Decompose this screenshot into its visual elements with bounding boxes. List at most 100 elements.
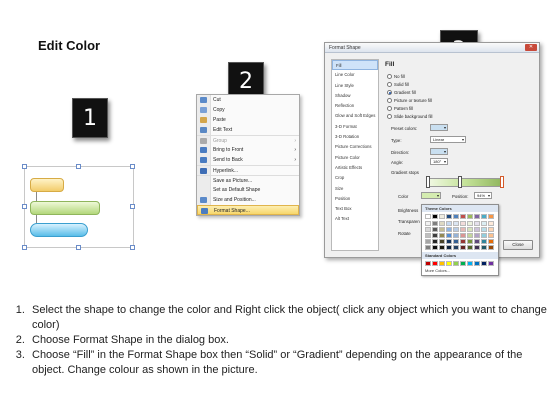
theme-shade-swatch[interactable] — [425, 227, 431, 232]
menu-item-send-to-back[interactable]: Send to Back › — [197, 155, 299, 165]
menu-item-hyperlink[interactable]: Hyperlink... — [197, 165, 299, 175]
theme-color-swatch[interactable] — [474, 214, 480, 219]
type-dropdown[interactable]: Linear — [430, 136, 466, 143]
theme-shade-swatch[interactable] — [425, 245, 431, 250]
direction-dropdown[interactable] — [430, 148, 448, 155]
preset-colors-dropdown[interactable] — [430, 124, 448, 131]
category-picture-corrections[interactable]: Picture Corrections — [332, 142, 378, 152]
green-shape[interactable] — [30, 201, 100, 215]
theme-color-swatch[interactable] — [439, 214, 445, 219]
theme-shade-swatch[interactable] — [432, 221, 438, 226]
category-text-box[interactable]: Text Box — [332, 204, 378, 214]
standard-color-swatch[interactable] — [439, 261, 445, 266]
theme-color-swatch[interactable] — [488, 214, 494, 219]
category-alt-text[interactable]: Alt Text — [332, 214, 378, 224]
theme-color-swatch[interactable] — [467, 214, 473, 219]
resize-handle[interactable] — [22, 245, 27, 250]
fill-option-no-fill[interactable]: No fill — [387, 73, 405, 80]
more-colors-link[interactable]: More Colors... — [422, 268, 498, 274]
radio-button[interactable] — [387, 106, 392, 111]
theme-shade-swatch[interactable] — [460, 239, 466, 244]
standard-color-swatch[interactable] — [488, 261, 494, 266]
radio-button[interactable] — [387, 74, 392, 79]
standard-color-swatch[interactable] — [425, 261, 431, 266]
theme-shade-swatch[interactable] — [460, 221, 466, 226]
resize-handle[interactable] — [130, 164, 135, 169]
theme-shade-swatch[interactable] — [467, 239, 473, 244]
theme-shade-swatch[interactable] — [439, 227, 445, 232]
theme-shade-swatch[interactable] — [446, 221, 452, 226]
category-crop[interactable]: Crop — [332, 173, 378, 183]
theme-shade-swatch[interactable] — [446, 233, 452, 238]
standard-color-swatch[interactable] — [474, 261, 480, 266]
theme-shade-swatch[interactable] — [488, 221, 494, 226]
close-icon[interactable]: ✕ — [525, 44, 537, 51]
close-button[interactable]: Close — [503, 240, 533, 250]
menu-item-copy[interactable]: Copy — [197, 105, 299, 115]
theme-shade-swatch[interactable] — [467, 245, 473, 250]
theme-color-swatch[interactable] — [460, 214, 466, 219]
theme-shade-swatch[interactable] — [446, 239, 452, 244]
theme-shade-swatch[interactable] — [432, 245, 438, 250]
menu-item-format-shape[interactable]: Format Shape... — [197, 205, 299, 215]
category-3-d-format[interactable]: 3-D Format — [332, 122, 378, 132]
radio-button[interactable] — [387, 114, 392, 119]
category-position[interactable]: Position — [332, 194, 378, 204]
radio-button[interactable] — [387, 90, 392, 95]
theme-shade-swatch[interactable] — [453, 227, 459, 232]
standard-color-swatch[interactable] — [460, 261, 466, 266]
standard-color-swatch[interactable] — [481, 261, 487, 266]
category-picture-color[interactable]: Picture Color — [332, 153, 378, 163]
category-line-color[interactable]: Line Color — [332, 70, 378, 80]
resize-handle[interactable] — [76, 245, 81, 250]
theme-shade-swatch[interactable] — [481, 233, 487, 238]
theme-shade-swatch[interactable] — [474, 221, 480, 226]
theme-shade-swatch[interactable] — [467, 221, 473, 226]
menu-item-save-as-picture[interactable]: Save as Picture... — [197, 175, 299, 185]
theme-shade-swatch[interactable] — [439, 233, 445, 238]
menu-item-size-and-position[interactable]: Size and Position... — [197, 195, 299, 205]
theme-color-swatch[interactable] — [432, 214, 438, 219]
theme-shade-swatch[interactable] — [467, 233, 473, 238]
theme-shade-swatch[interactable] — [453, 233, 459, 238]
theme-shade-swatch[interactable] — [439, 245, 445, 250]
theme-shade-swatch[interactable] — [460, 245, 466, 250]
theme-color-swatch[interactable] — [481, 214, 487, 219]
theme-shade-swatch[interactable] — [481, 221, 487, 226]
category-line-style[interactable]: Line Style — [332, 81, 378, 91]
resize-handle[interactable] — [22, 164, 27, 169]
theme-shade-swatch[interactable] — [439, 239, 445, 244]
menu-item-group[interactable]: Group › — [197, 135, 299, 145]
theme-shade-swatch[interactable] — [453, 221, 459, 226]
position-input[interactable]: 94% — [474, 192, 492, 199]
gradient-stops-bar[interactable] — [426, 178, 504, 187]
category-glow-and-soft-edges[interactable]: Glow and Soft Edges — [332, 111, 378, 121]
resize-handle[interactable] — [22, 204, 27, 209]
theme-shade-swatch[interactable] — [432, 239, 438, 244]
category-3-d-rotation[interactable]: 3-D Rotation — [332, 132, 378, 142]
theme-shade-swatch[interactable] — [425, 221, 431, 226]
blue-shape[interactable] — [30, 223, 88, 237]
resize-handle[interactable] — [130, 204, 135, 209]
fill-option-gradient-fill[interactable]: Gradient fill — [387, 89, 416, 96]
theme-shade-swatch[interactable] — [481, 245, 487, 250]
menu-item-bring-to-front[interactable]: Bring to Front › — [197, 145, 299, 155]
theme-shade-swatch[interactable] — [481, 227, 487, 232]
theme-shade-swatch[interactable] — [488, 245, 494, 250]
theme-shade-swatch[interactable] — [425, 239, 431, 244]
theme-shade-swatch[interactable] — [488, 233, 494, 238]
gradient-stop[interactable] — [458, 176, 462, 188]
theme-shade-swatch[interactable] — [460, 227, 466, 232]
theme-shade-swatch[interactable] — [460, 233, 466, 238]
color-dropdown[interactable] — [421, 192, 441, 199]
category-reflection[interactable]: Reflection — [332, 101, 378, 111]
gradient-stop[interactable] — [426, 176, 430, 188]
theme-shade-swatch[interactable] — [439, 221, 445, 226]
theme-shade-swatch[interactable] — [467, 227, 473, 232]
theme-shade-swatch[interactable] — [488, 227, 494, 232]
theme-shade-swatch[interactable] — [432, 227, 438, 232]
fill-option-pattern-fill[interactable]: Pattern fill — [387, 105, 413, 112]
radio-button[interactable] — [387, 82, 392, 87]
standard-color-swatch[interactable] — [446, 261, 452, 266]
fill-option-slide-background-fill[interactable]: Slide background fill — [387, 113, 432, 120]
